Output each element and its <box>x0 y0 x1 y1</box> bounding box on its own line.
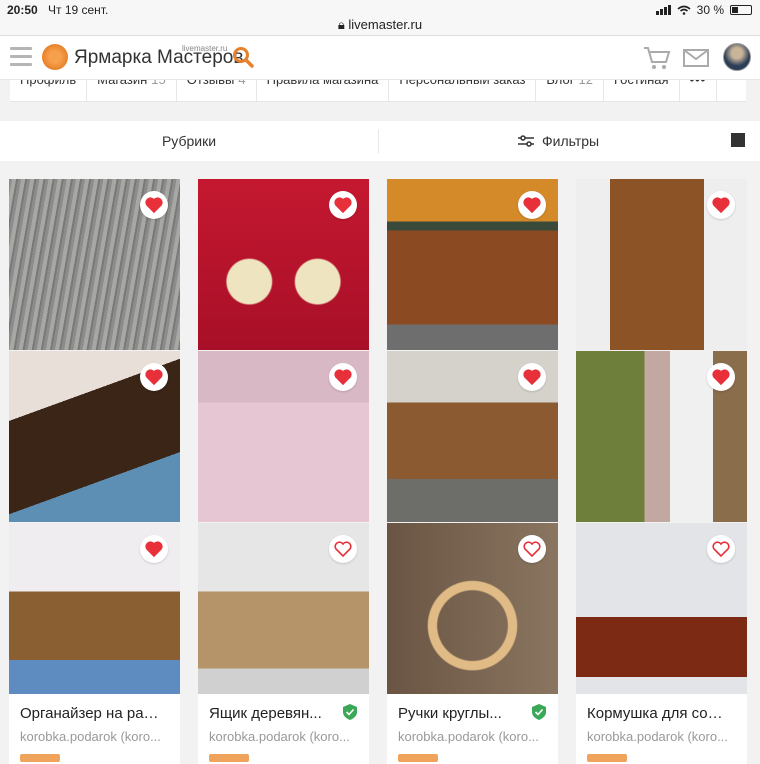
tab-6[interactable]: Гостиная <box>604 80 680 101</box>
grid-view-icon[interactable] <box>731 133 745 147</box>
tab-2[interactable]: Отзывы4 <box>177 80 257 101</box>
logo-icon[interactable] <box>42 44 68 70</box>
cart-icon[interactable] <box>643 45 671 71</box>
tab-label: Персональный заказ <box>399 80 525 88</box>
filters-label: Фильтры <box>542 133 600 149</box>
product-spindles[interactable] <box>198 179 369 350</box>
favorite-heart-icon[interactable] <box>329 535 357 563</box>
tab-count: 15 <box>151 80 165 88</box>
shop-name[interactable]: korobka.podarok (koro... <box>209 729 359 744</box>
divider <box>378 129 379 153</box>
more-tabs-icon[interactable]: ••• <box>680 80 718 101</box>
product-title[interactable]: Ящик деревян... <box>209 705 349 722</box>
product-cutting-board[interactable] <box>576 179 747 350</box>
battery-text: 30 % <box>696 3 724 17</box>
avatar[interactable] <box>723 43 751 71</box>
price-partial <box>398 754 438 762</box>
tab-label: Блог <box>546 80 574 88</box>
favorite-heart-icon[interactable] <box>140 191 168 219</box>
shop-tabs: Профиль Магазин 15 Отзывы4 Правила магазина П… <box>10 80 746 102</box>
favorite-heart-icon[interactable] <box>707 363 735 391</box>
price-partial <box>209 754 249 762</box>
status-bar: 20:50 Чт 19 сент. 🔒︎ livemaster.ru 30 % <box>0 0 760 32</box>
menu-icon[interactable] <box>10 47 32 67</box>
favorite-heart-icon[interactable] <box>518 363 546 391</box>
tab-label: Профиль <box>20 80 76 88</box>
product-wood-chest[interactable] <box>387 351 558 522</box>
product-info-card[interactable]: Ящик деревян... korobka.podarok (koro... <box>198 694 369 764</box>
search-icon[interactable] <box>232 46 254 68</box>
favorite-heart-icon[interactable] <box>707 535 735 563</box>
product-title[interactable]: Кормушка для собак <box>587 705 727 722</box>
product-crate[interactable] <box>198 523 369 694</box>
clock: 20:50 <box>7 3 38 17</box>
price-partial <box>20 754 60 762</box>
date: Чт 19 сент. <box>48 3 109 17</box>
wifi-icon <box>677 5 691 15</box>
lock-icon: 🔒︎ <box>337 17 349 32</box>
status-right: 30 % <box>655 3 752 17</box>
product-open-boxes[interactable] <box>387 179 558 350</box>
url-text[interactable]: 🔒︎ livemaster.ru <box>0 17 760 33</box>
filters-button[interactable]: Фильтры <box>518 133 599 149</box>
tab-label: Правила магазина <box>267 80 379 88</box>
product-rings[interactable] <box>387 523 558 694</box>
tab-label: Магазин <box>97 80 147 88</box>
product-info-card[interactable]: Органайзер на раб... korobka.podarok (kor… <box>9 694 180 764</box>
tab-0[interactable]: Профиль <box>10 80 88 101</box>
rubrics-button[interactable]: Рубрики <box>0 133 378 149</box>
tab-3[interactable]: Правила магазина <box>257 80 390 101</box>
product-title[interactable]: Ручки круглы... <box>398 705 538 722</box>
favorite-heart-icon[interactable] <box>140 363 168 391</box>
favorite-heart-icon[interactable] <box>518 535 546 563</box>
tab-1[interactable]: Магазин 15 <box>87 80 177 101</box>
tab-label: Отзывы <box>187 80 235 88</box>
tab-5[interactable]: Блог 12 <box>536 80 604 101</box>
product-pink-box[interactable] <box>198 351 369 522</box>
product-feeder[interactable] <box>576 523 747 694</box>
product-round-board[interactable] <box>9 179 180 350</box>
verified-shield-icon <box>532 704 546 720</box>
brand-subtitle: livemaster.ru <box>182 44 228 53</box>
product-white-stand[interactable] <box>576 351 747 522</box>
filter-bar: Рубрики Фильтры <box>0 121 760 161</box>
product-info-card[interactable]: Ручки круглы... korobka.podarok (koro... <box>387 694 558 764</box>
favorite-heart-icon[interactable] <box>140 535 168 563</box>
product-organizer[interactable] <box>9 523 180 694</box>
mail-icon[interactable] <box>683 49 709 67</box>
sliders-icon <box>518 135 534 147</box>
favorite-heart-icon[interactable] <box>329 191 357 219</box>
price-partial <box>587 754 627 762</box>
favorite-heart-icon[interactable] <box>329 363 357 391</box>
product-title[interactable]: Органайзер на раб... <box>20 705 160 722</box>
verified-shield-icon <box>343 704 357 720</box>
favorite-heart-icon[interactable] <box>707 191 735 219</box>
shop-name[interactable]: korobka.podarok (koro... <box>398 729 548 744</box>
tab-4[interactable]: Персональный заказ <box>389 80 537 101</box>
site-header: Ярмарка Мастеров livemaster.ru <box>0 36 760 80</box>
tab-count: 12 <box>579 80 593 88</box>
shop-name[interactable]: korobka.podarok (koro... <box>20 729 170 744</box>
signal-icon <box>655 5 671 15</box>
favorite-heart-icon[interactable] <box>518 191 546 219</box>
tab-label: Гостиная <box>614 80 669 88</box>
battery-icon <box>730 5 752 15</box>
url-label: livemaster.ru <box>348 17 423 32</box>
product-info-card[interactable]: Кормушка для собак korobka.podarok (koro.… <box>576 694 747 764</box>
tab-count: 4 <box>238 80 245 88</box>
shop-name[interactable]: korobka.podarok (koro... <box>587 729 737 744</box>
product-dark-board[interactable] <box>9 351 180 522</box>
